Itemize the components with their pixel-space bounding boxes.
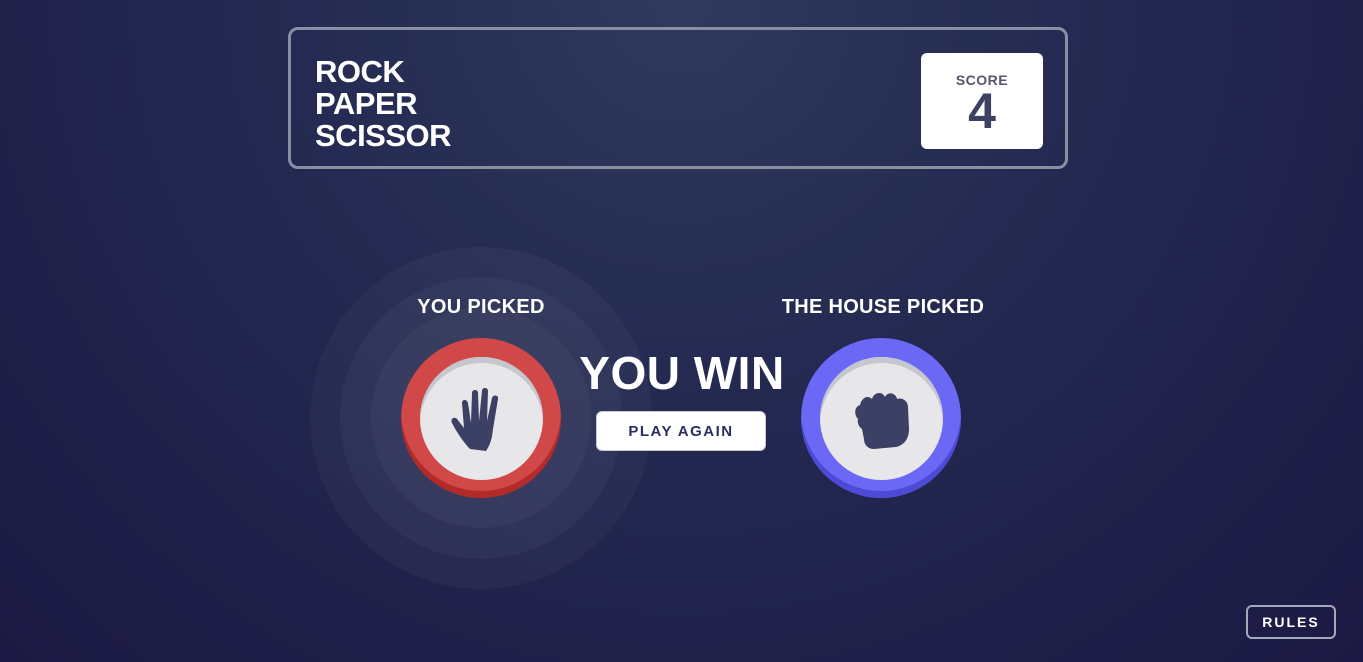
paper-hand-icon — [451, 388, 499, 451]
you-picked-label: YOU PICKED — [417, 296, 545, 318]
title-line-rock: ROCK — [315, 54, 405, 89]
play-again-button[interactable]: PLAY AGAIN — [596, 411, 766, 451]
house-picked-label: THE HOUSE PICKED — [781, 296, 985, 318]
score-box: SCORE 4 — [921, 53, 1043, 149]
player-paper-token — [401, 338, 561, 498]
result-text: YOU WIN — [579, 347, 785, 399]
house-rock-token — [801, 338, 961, 498]
score-value: 4 — [968, 83, 996, 139]
game-title: ROCK PAPER SCISSOR — [315, 54, 452, 153]
rock-fist-icon — [855, 393, 909, 449]
title-line-paper: PAPER — [315, 86, 418, 121]
title-line-scissor: SCISSOR — [315, 118, 452, 153]
game-header: ROCK PAPER SCISSOR SCORE 4 — [288, 27, 1068, 169]
rules-button[interactable]: RULES — [1246, 605, 1336, 639]
house-token-face — [820, 357, 943, 480]
player-token-face — [420, 357, 543, 480]
